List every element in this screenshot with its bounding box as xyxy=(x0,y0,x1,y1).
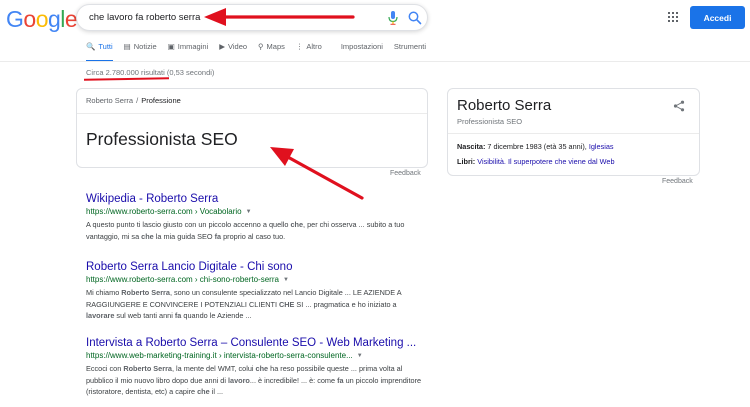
apps-grid-icon[interactable] xyxy=(668,12,678,22)
result-snippet: A questo punto ti lascio giusto con un p… xyxy=(86,220,405,241)
kp-title: Roberto Serra xyxy=(457,97,552,114)
breadcrumb-current: Professione xyxy=(141,96,181,105)
image-icon: ▣ xyxy=(167,42,175,51)
news-icon: ▤ xyxy=(123,42,131,51)
result-title-link[interactable]: Intervista a Roberto Serra – Consulente … xyxy=(86,337,426,349)
knowledge-panel: Roberto Serra Professionista SEO Nascita… xyxy=(447,88,700,176)
logo-letter: o xyxy=(35,6,49,32)
tab-label: Video xyxy=(228,42,248,51)
snippet-answer: Professionista SEO xyxy=(86,129,238,149)
logo-letter: G xyxy=(6,6,24,32)
kp-feedback-link[interactable]: Feedback xyxy=(662,178,693,185)
snippet-feedback-link[interactable]: Feedback xyxy=(390,170,421,177)
result-title-link[interactable]: Roberto Serra Lancio Digitale - Chi sono xyxy=(86,261,426,273)
result-url: https://www.web-marketing-training.it › … xyxy=(86,351,426,360)
tab-immagini[interactable]: ▣ Immagini xyxy=(168,42,209,62)
search-tabs: 🔍 Tutti ▤ Notizie ▣ Immagini ▶ Video ⚲ Maps ⋮ Altro… xyxy=(86,42,437,62)
search-box[interactable]: che lavoro fa roberto serra xyxy=(76,4,428,31)
kp-subtitle: Professionista SEO xyxy=(457,117,523,126)
tab-label: Impostazioni xyxy=(340,42,383,51)
tabs-divider xyxy=(0,61,750,62)
tab-label: Immagini xyxy=(177,42,209,51)
share-icon[interactable] xyxy=(673,100,685,112)
tab-maps[interactable]: ⚲ Maps xyxy=(258,42,285,62)
tab-label: Strumenti xyxy=(393,42,427,51)
result-stats: Circa 2.780.000 risultati (0,53 secondi) xyxy=(86,68,215,77)
tab-altro[interactable]: ⋮ Altro xyxy=(296,42,322,62)
result-url-text[interactable]: https://www.web-marketing-training.it › … xyxy=(86,351,353,360)
search-result: Intervista a Roberto Serra – Consulente … xyxy=(86,337,426,398)
result-url: https://www.roberto-serra.com › Vocabola… xyxy=(86,207,426,216)
tab-label: Notizie xyxy=(133,42,157,51)
microphone-icon[interactable] xyxy=(386,10,400,26)
caret-down-icon[interactable]: ▼ xyxy=(357,353,363,359)
result-snippet: Eccoci con Roberto Serra, la mente del W… xyxy=(86,364,422,396)
result-url-text[interactable]: https://www.roberto-serra.com › Vocabola… xyxy=(86,207,242,216)
more-icon: ⋮ xyxy=(295,42,304,51)
kp-divider xyxy=(448,133,699,134)
tab-label: Maps xyxy=(266,42,285,51)
logo-letter: g xyxy=(47,6,61,32)
breadcrumb-parent[interactable]: Roberto Serra xyxy=(86,96,133,105)
result-snippet: Mi chiamo Roberto Serra, sono un consule… xyxy=(86,288,402,320)
result-url-text[interactable]: https://www.roberto-serra.com › chi-sono… xyxy=(86,275,279,284)
kp-birth-label: Nascita: xyxy=(457,142,486,151)
featured-snippet: Roberto Serra / Professione Professionista… xyxy=(76,88,428,168)
search-icon: 🔍 xyxy=(86,42,96,51)
tab-notizie[interactable]: ▤ Notizie xyxy=(124,42,157,62)
search-result: Roberto Serra Lancio Digitale - Chi sono… xyxy=(86,261,426,322)
search-input[interactable]: che lavoro fa roberto serra xyxy=(89,12,200,23)
breadcrumb-separator: / xyxy=(136,96,139,105)
caret-down-icon[interactable]: ▼ xyxy=(283,277,289,283)
google-logo[interactable]: Google xyxy=(6,6,78,33)
tab-impostazioni[interactable]: Impostazioni xyxy=(341,42,383,62)
kp-birth-row: Nascita: 7 dicembre 1983 (età 35 anni), … xyxy=(457,142,614,151)
kp-books-label: Libri: xyxy=(457,157,476,166)
signin-button[interactable]: Accedi xyxy=(690,6,745,29)
caret-down-icon[interactable]: ▼ xyxy=(246,209,252,215)
tab-label: Tutti xyxy=(98,42,113,51)
annotation-underline xyxy=(83,77,170,81)
kp-books-link[interactable]: Visibilità. Il superpotere che viene dal… xyxy=(477,157,614,166)
video-icon: ▶ xyxy=(219,42,225,51)
logo-letter: o xyxy=(23,6,36,32)
snippet-divider xyxy=(77,113,427,114)
tab-tutti[interactable]: 🔍 Tutti xyxy=(86,42,113,62)
tab-label: Altro xyxy=(306,42,322,51)
result-url: https://www.roberto-serra.com › chi-sono… xyxy=(86,275,426,284)
result-title-link[interactable]: Wikipedia - Roberto Serra xyxy=(86,193,426,205)
search-icon[interactable] xyxy=(407,10,423,26)
breadcrumb: Roberto Serra / Professione xyxy=(86,96,181,105)
kp-birth-value: 7 dicembre 1983 (età 35 anni), xyxy=(485,142,589,151)
kp-books-row: Libri: Visibilità. Il superpotere che vi… xyxy=(457,157,615,166)
search-result: Wikipedia - Roberto Serra https://www.ro… xyxy=(86,193,426,242)
tab-video[interactable]: ▶ Video xyxy=(219,42,247,62)
kp-birth-place-link[interactable]: Iglesias xyxy=(589,142,614,151)
map-pin-icon: ⚲ xyxy=(258,42,264,51)
tab-strumenti[interactable]: Strumenti xyxy=(394,42,426,62)
